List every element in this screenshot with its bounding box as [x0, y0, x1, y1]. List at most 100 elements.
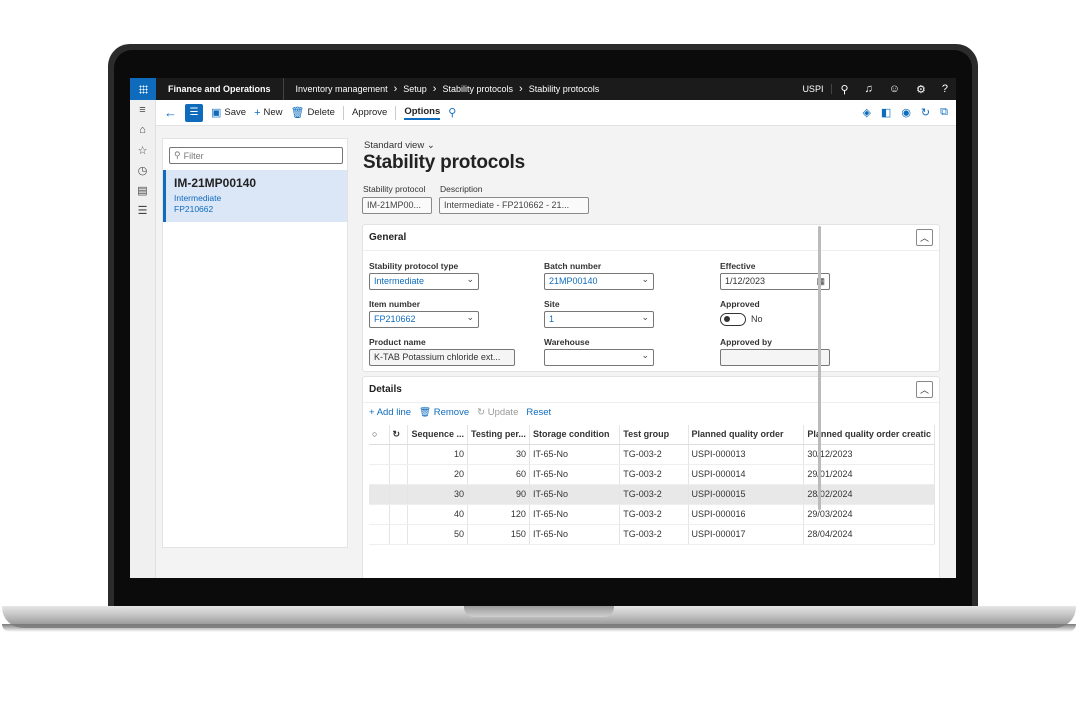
table-cell[interactable]: 40: [407, 504, 468, 525]
row-select-cell[interactable]: [369, 464, 390, 485]
table-cell[interactable]: 30: [407, 484, 468, 505]
item-number-select[interactable]: FP210662 ⌄: [369, 311, 479, 328]
protocol-type-select[interactable]: Intermediate ⌄: [369, 273, 479, 290]
description-field[interactable]: Intermediate - FP210662 - 21...: [439, 197, 589, 214]
table-cell[interactable]: 60: [467, 464, 530, 485]
update-button[interactable]: ↻ Update: [477, 407, 518, 418]
search-icon[interactable]: ⚲: [832, 83, 856, 96]
row-select-cell[interactable]: [369, 484, 390, 505]
action-search-button[interactable]: ⚲: [448, 106, 456, 119]
view-selector[interactable]: Standard view ⌄: [364, 140, 435, 151]
table-cell[interactable]: 150: [467, 524, 530, 545]
table-cell[interactable]: 90: [467, 484, 530, 505]
gear-icon[interactable]: ⚙: [908, 83, 934, 96]
list-item[interactable]: IM-21MP00140 Intermediate FP210662: [163, 170, 347, 222]
column-header[interactable]: Sequence ...: [407, 425, 468, 445]
table-cell[interactable]: 10: [407, 444, 468, 465]
filter-input[interactable]: ⚲ Filter: [169, 147, 343, 164]
table-cell[interactable]: IT-65-No: [529, 504, 621, 525]
column-header[interactable]: Testing per...: [467, 425, 530, 445]
open-new-window-icon[interactable]: ⧉: [940, 106, 948, 119]
breadcrumb-item[interactable]: Stability protocols: [529, 84, 600, 94]
options-tab[interactable]: Options: [404, 106, 441, 120]
column-header[interactable]: Test group: [619, 425, 689, 445]
table-row[interactable]: 10 30 IT-65-No TG-003-2 USPI-000013 30/1…: [369, 444, 935, 465]
table-row[interactable]: 30 90 IT-65-No TG-003-2 USPI-000015 28/0…: [369, 484, 935, 505]
main-scrollbar[interactable]: [818, 226, 821, 510]
details-section-header[interactable]: Details: [363, 377, 939, 403]
delete-button[interactable]: 🗑 Delete: [291, 106, 335, 119]
list-toggle-button[interactable]: ☰: [185, 103, 203, 122]
batch-number-select[interactable]: 21MP00140 ⌄: [544, 273, 654, 290]
row-select-cell[interactable]: [369, 444, 390, 465]
table-cell[interactable]: 30: [467, 444, 530, 465]
row-select-cell[interactable]: [369, 524, 390, 545]
add-line-button[interactable]: + Add line: [369, 407, 411, 418]
warehouse-select[interactable]: ⌄: [544, 349, 654, 366]
table-cell[interactable]: TG-003-2: [619, 464, 689, 485]
back-button[interactable]: ←: [164, 105, 177, 120]
help-icon[interactable]: ?: [934, 83, 956, 95]
refresh-icon[interactable]: ↻: [389, 425, 409, 445]
table-cell[interactable]: 30/12/2023: [803, 444, 935, 465]
collapse-button[interactable]: ︿: [916, 229, 933, 246]
power-apps-icon[interactable]: ◈: [862, 106, 870, 119]
table-cell[interactable]: USPI-000016: [688, 504, 805, 525]
table-cell[interactable]: IT-65-No: [529, 444, 621, 465]
table-cell[interactable]: 29/01/2024: [803, 464, 935, 485]
attachments-icon[interactable]: ◉: [901, 106, 911, 119]
table-cell[interactable]: USPI-000014: [688, 464, 805, 485]
table-cell[interactable]: IT-65-No: [529, 484, 621, 505]
table-row[interactable]: 20 60 IT-65-No TG-003-2 USPI-000014 29/0…: [369, 464, 935, 485]
table-cell[interactable]: TG-003-2: [619, 444, 689, 465]
table-cell[interactable]: 120: [467, 504, 530, 525]
stability-protocol-field[interactable]: IM-21MP00...: [362, 197, 432, 214]
row-select-cell[interactable]: [369, 504, 390, 525]
product-name-field[interactable]: K-TAB Potassium chloride ext...: [369, 349, 515, 366]
table-cell[interactable]: TG-003-2: [619, 484, 689, 505]
workspace-icon[interactable]: ▤: [130, 180, 155, 200]
clock-icon[interactable]: ◷: [130, 160, 155, 180]
table-cell[interactable]: USPI-000013: [688, 444, 805, 465]
table-cell[interactable]: 20: [407, 464, 468, 485]
table-row[interactable]: 50 150 IT-65-No TG-003-2 USPI-000017 28/…: [369, 524, 935, 545]
feedback-smiley-icon[interactable]: ☺: [881, 83, 908, 95]
office-icon[interactable]: ◧: [881, 106, 891, 119]
column-header[interactable]: Storage condition: [529, 425, 621, 445]
general-section-header[interactable]: General: [363, 225, 939, 251]
breadcrumb-item[interactable]: Inventory management: [296, 84, 388, 94]
home-icon[interactable]: ⌂: [130, 120, 155, 140]
table-cell[interactable]: IT-65-No: [529, 524, 621, 545]
effective-date-field[interactable]: 1/12/2023▦: [720, 273, 830, 290]
table-cell[interactable]: 29/03/2024: [803, 504, 935, 525]
collapse-button[interactable]: ︿: [916, 381, 933, 398]
company-picker[interactable]: USPI: [794, 84, 833, 94]
breadcrumb-item[interactable]: Stability protocols: [442, 84, 513, 94]
remove-button[interactable]: 🗑 Remove: [419, 407, 469, 418]
modules-list-icon[interactable]: ☰: [130, 200, 155, 220]
table-cell[interactable]: 28/04/2024: [803, 524, 935, 545]
refresh-icon[interactable]: ↻: [921, 106, 930, 119]
breadcrumb-item[interactable]: Setup: [403, 84, 427, 94]
table-cell[interactable]: USPI-000015: [688, 484, 805, 505]
column-header[interactable]: Planned quality order creatic: [803, 425, 935, 445]
table-cell[interactable]: IT-65-No: [529, 464, 621, 485]
bell-icon[interactable]: ♫: [857, 83, 881, 95]
table-cell[interactable]: TG-003-2: [619, 524, 689, 545]
star-icon[interactable]: ☆: [130, 140, 155, 160]
hamburger-icon[interactable]: ≡: [130, 100, 155, 120]
approve-button[interactable]: Approve: [352, 107, 387, 118]
app-launcher-button[interactable]: [130, 78, 156, 100]
new-button[interactable]: + New: [254, 107, 282, 119]
table-cell[interactable]: TG-003-2: [619, 504, 689, 525]
table-cell[interactable]: 50: [407, 524, 468, 545]
app-name[interactable]: Finance and Operations: [156, 78, 284, 100]
table-row[interactable]: 40 120 IT-65-No TG-003-2 USPI-000016 29/…: [369, 504, 935, 525]
reset-button[interactable]: Reset: [526, 407, 551, 418]
approved-by-field[interactable]: [720, 349, 830, 366]
save-button[interactable]: ▣ Save: [211, 106, 246, 119]
column-header[interactable]: Planned quality order: [688, 425, 805, 445]
approved-toggle[interactable]: [720, 313, 746, 326]
table-cell[interactable]: USPI-000017: [688, 524, 805, 545]
select-all-radio[interactable]: ○: [369, 425, 390, 445]
